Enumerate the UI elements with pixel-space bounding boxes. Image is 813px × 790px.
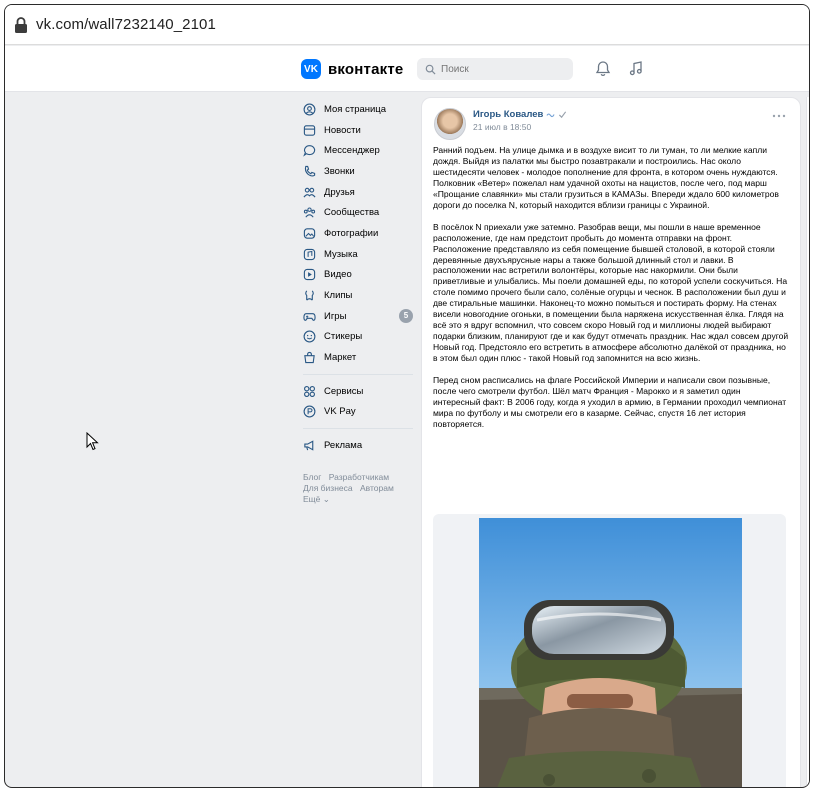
wave-icon [546, 113, 555, 118]
market-icon [304, 351, 315, 364]
sidebar-item-ads[interactable]: Реклама [303, 435, 413, 456]
sidebar-item-vkpay[interactable]: VK Pay [303, 402, 413, 423]
footer-link-blog[interactable]: Блог [303, 472, 321, 482]
sidebar-item-market[interactable]: Маркет [303, 347, 413, 368]
sidebar-item-label: Сервисы [324, 385, 364, 397]
services-icon [304, 385, 315, 397]
nav-divider [303, 428, 413, 430]
post-photo[interactable] [479, 518, 742, 788]
post-photo-container[interactable] [433, 514, 786, 788]
sidebar-item-sticker[interactable]: Стикеры [303, 327, 413, 348]
bell-icon[interactable] [595, 60, 611, 77]
video-icon [303, 269, 316, 281]
sidebar-item-phone[interactable]: Звонки [303, 161, 413, 182]
sidebar-item-user-circle[interactable]: Моя страница [303, 99, 413, 120]
sidebar-item-message[interactable]: Мессенджер [303, 140, 413, 161]
sidebar-item-clips[interactable]: Клипы [303, 285, 413, 306]
sidebar-item-label: Реклама [324, 440, 363, 452]
post-text: Ранний подъем. На улице дымка и в воздух… [433, 145, 789, 441]
sidebar-item-label: Звонки [324, 165, 355, 177]
friends-icon [303, 187, 316, 198]
post-paragraph: Перед сном расписались на флаге Российск… [433, 374, 787, 429]
message-icon [303, 145, 316, 157]
post-paragraph: В посёлок N приехали уже затемно. Разобр… [433, 221, 789, 364]
sidebar-item-label: Друзья [324, 186, 355, 198]
lock-icon [15, 16, 27, 33]
search-icon [425, 64, 436, 75]
author-name[interactable]: Игорь Ковалев [473, 109, 543, 120]
author-avatar[interactable] [434, 108, 466, 140]
sidebar-item-label: Сообщества [324, 207, 380, 219]
sidebar-item-friends[interactable]: Друзья [303, 182, 413, 203]
vkpay-icon [303, 406, 316, 418]
sidebar-item-label: Моя страница [324, 103, 387, 115]
clips-icon [305, 290, 314, 301]
sidebar-item-label: Видео [324, 269, 352, 281]
ads-icon [304, 440, 314, 451]
checkmark-icon [559, 111, 567, 119]
url-text[interactable]: vk.com/wall7232140_2101 [36, 16, 216, 33]
footer-link-authors[interactable]: Авторам [360, 483, 394, 493]
sidebar-item-label: Клипы [324, 290, 353, 302]
footer-link-developers[interactable]: Разработчикам [329, 472, 389, 482]
footer-link-more[interactable]: Ещё ⌄ [303, 494, 330, 504]
communities-icon [303, 207, 316, 218]
footer-links: Блог Разработчикам Для бизнеса Авторам Е… [303, 472, 413, 505]
more-dots-icon[interactable] [772, 114, 786, 118]
vk-logo-icon: VK [301, 59, 321, 79]
photo-icon [303, 228, 316, 239]
post-paragraph: Ранний подъем. На улице дымка и в воздух… [433, 145, 779, 210]
sidebar-item-music[interactable]: Музыка [303, 244, 413, 265]
browser-window: vk.com/wall7232140_2101 VK вконтакте Моя… [4, 4, 810, 788]
footer-link-business[interactable]: Для бизнеса [303, 483, 353, 493]
wall-post: Игорь Ковалев 21 июл в 18:50 Ранний подъ… [421, 97, 801, 788]
sidebar-item-services[interactable]: Сервисы [303, 381, 413, 402]
sidebar-item-photo[interactable]: Фотографии [303, 223, 413, 244]
left-sidebar: Моя страница Новости Мессенджер Звонки Друзь… [303, 99, 413, 505]
music-icon [303, 248, 316, 260]
user-circle-icon [303, 103, 316, 116]
sidebar-item-label: Новости [324, 124, 361, 136]
sticker-icon [303, 330, 316, 343]
search-input[interactable] [441, 63, 561, 75]
sidebar-item-video[interactable]: Видео [303, 265, 413, 286]
vk-header: VK вконтакте [5, 46, 809, 92]
mouse-cursor-icon [86, 432, 99, 451]
gamepad-icon [303, 312, 316, 321]
sidebar-item-label: VK Pay [324, 406, 356, 418]
post-author[interactable]: Игорь Ковалев [473, 109, 567, 120]
sidebar-item-gamepad[interactable]: Игры 5 [303, 306, 413, 327]
post-date[interactable]: 21 июл в 18:50 [473, 122, 531, 132]
right-panel-edge [806, 97, 809, 787]
music-note-icon[interactable] [628, 60, 644, 77]
address-bar[interactable]: vk.com/wall7232140_2101 [5, 5, 809, 45]
sidebar-item-label: Игры [324, 310, 347, 322]
search-box[interactable] [417, 58, 573, 80]
counter-badge: 5 [399, 308, 413, 323]
vk-logo[interactable]: VK вконтакте [301, 59, 403, 79]
sidebar-item-label: Музыка [324, 248, 358, 260]
sidebar-item-label: Мессенджер [324, 145, 380, 157]
sidebar-item-label: Стикеры [324, 331, 363, 343]
phone-icon [304, 165, 316, 177]
news-icon [303, 124, 316, 136]
sidebar-item-label: Маркет [324, 352, 357, 364]
vk-logo-text: вконтакте [328, 60, 404, 78]
nav-divider [303, 373, 413, 375]
sidebar-item-communities[interactable]: Сообщества [303, 202, 413, 223]
sidebar-item-label: Фотографии [324, 227, 379, 239]
sidebar-item-news[interactable]: Новости [303, 120, 413, 141]
